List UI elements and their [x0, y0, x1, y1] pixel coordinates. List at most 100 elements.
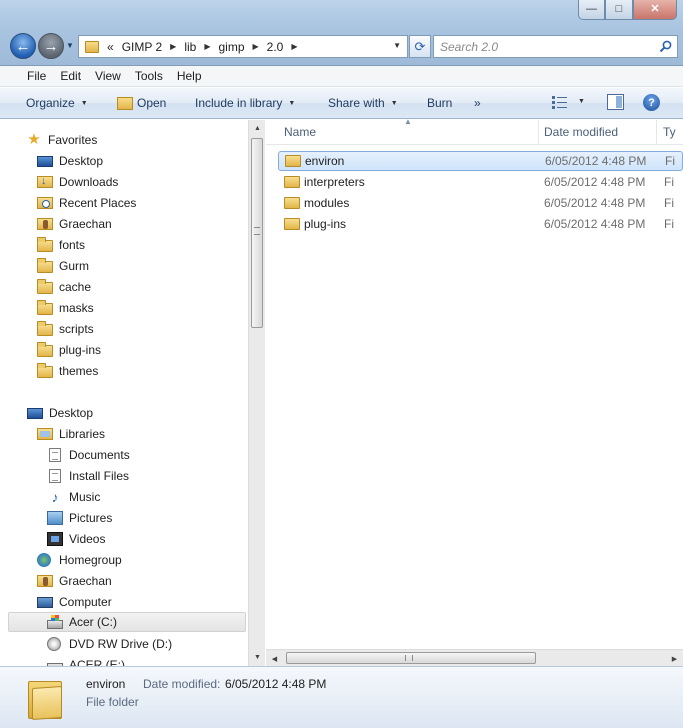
- address-dropdown-icon[interactable]: ▼: [393, 41, 401, 50]
- chevron-right-icon[interactable]: ▶: [253, 42, 259, 51]
- nav-libraries[interactable]: Libraries: [37, 424, 105, 444]
- recent-pages-dropdown-icon[interactable]: ▼: [66, 41, 74, 50]
- scroll-left-icon[interactable]: ◀: [266, 650, 283, 667]
- folder-icon: [284, 197, 300, 209]
- search-box[interactable]: [433, 35, 678, 58]
- views-dropdown-icon[interactable]: ▼: [578, 98, 585, 105]
- file-row[interactable]: environ 6/05/2012 4:48 PM Fi: [278, 151, 683, 171]
- help-button[interactable]: ?: [643, 94, 660, 111]
- nav-computer[interactable]: Computer: [37, 592, 112, 612]
- column-type[interactable]: Ty: [663, 125, 676, 139]
- nav-desktop[interactable]: Desktop: [27, 403, 93, 423]
- nav-lib-pictures[interactable]: Pictures: [47, 508, 112, 528]
- nav-fav-themes[interactable]: themes: [37, 361, 98, 381]
- maximize-button[interactable]: □: [605, 0, 633, 20]
- nav-fav-cache[interactable]: cache: [37, 277, 91, 297]
- search-input[interactable]: [434, 36, 644, 57]
- nav-graechan[interactable]: Graechan: [37, 571, 112, 591]
- minimize-button[interactable]: —: [578, 0, 605, 20]
- nav-drive-d[interactable]: DVD RW Drive (D:): [47, 634, 172, 654]
- breadcrumb-label[interactable]: 2.0: [267, 40, 284, 54]
- documents-icon: [49, 448, 61, 462]
- column-name[interactable]: Name: [284, 125, 316, 139]
- nav-fav-desktop[interactable]: Desktop: [37, 151, 103, 171]
- back-button[interactable]: ←: [10, 33, 36, 59]
- help-icon: ?: [648, 96, 655, 109]
- nav-fav-scripts[interactable]: scripts: [37, 319, 94, 339]
- breadcrumb-overflow[interactable]: «: [107, 40, 114, 54]
- nav-lib-install-files[interactable]: Install Files: [47, 466, 129, 486]
- nav-homegroup[interactable]: Homegroup: [37, 550, 122, 570]
- file-name: environ: [305, 154, 345, 168]
- documents-icon: [49, 469, 61, 483]
- chevron-right-icon[interactable]: ▶: [204, 42, 210, 51]
- file-type: Fi: [664, 217, 674, 231]
- forward-button[interactable]: →: [38, 33, 64, 59]
- chevron-right-icon[interactable]: ▶: [291, 42, 297, 51]
- sort-ascending-icon: ▲: [404, 117, 412, 126]
- minimize-icon: —: [586, 3, 597, 15]
- nav-fav-graechan[interactable]: Graechan: [37, 214, 112, 234]
- file-row[interactable]: interpreters 6/05/2012 4:48 PM Fi: [278, 172, 683, 192]
- menu-edit[interactable]: Edit: [53, 69, 88, 83]
- file-list-hscrollbar[interactable]: ◀ ▶: [266, 649, 683, 666]
- nav-drive-e[interactable]: ACER (E:): [47, 655, 125, 666]
- column-divider[interactable]: [538, 120, 539, 145]
- windows-drive-icon: [47, 614, 63, 629]
- column-date-modified[interactable]: Date modified: [544, 125, 618, 139]
- more-commands-button[interactable]: »: [474, 96, 481, 110]
- breadcrumb-gimp[interactable]: gimp ▶: [218, 40, 258, 54]
- scroll-down-icon[interactable]: ▼: [249, 649, 266, 666]
- nav-fav-plug-ins[interactable]: plug-ins: [37, 340, 101, 360]
- nav-item-label: Pictures: [69, 511, 113, 525]
- share-with-button[interactable]: Share with ▼: [328, 96, 398, 110]
- column-header-row: ▲ Name Date modified Ty: [266, 117, 683, 145]
- menu-file[interactable]: File: [20, 69, 53, 83]
- nav-item-label: Desktop: [59, 154, 104, 168]
- nav-fav-recent-places[interactable]: Recent Places: [37, 193, 136, 213]
- nav-fav-masks[interactable]: masks: [37, 298, 94, 318]
- desktop-icon: [27, 407, 43, 419]
- burn-button[interactable]: Burn: [427, 96, 452, 110]
- nav-item-label: plug-ins: [59, 343, 102, 357]
- open-button[interactable]: Open: [117, 96, 166, 110]
- breadcrumb-label[interactable]: gimp: [218, 40, 244, 54]
- breadcrumb-label[interactable]: lib: [184, 40, 196, 54]
- scroll-up-icon[interactable]: ▲: [249, 120, 266, 137]
- breadcrumb-lib[interactable]: lib ▶: [184, 40, 210, 54]
- scroll-right-icon[interactable]: ▶: [666, 650, 683, 667]
- open-folder-icon: [117, 96, 133, 110]
- column-divider[interactable]: [656, 120, 657, 145]
- folder-icon: [37, 321, 53, 336]
- menu-help[interactable]: Help: [170, 69, 209, 83]
- breadcrumb-gimp2[interactable]: GIMP 2 ▶: [122, 40, 177, 54]
- breadcrumb-2-0[interactable]: 2.0 ▶: [267, 40, 298, 54]
- nav-fav-downloads[interactable]: Downloads: [37, 172, 118, 192]
- nav-lib-music[interactable]: ♪ Music: [47, 487, 101, 507]
- file-row[interactable]: plug-ins 6/05/2012 4:48 PM Fi: [278, 214, 683, 234]
- folder-thumbnail-icon: [28, 675, 62, 721]
- refresh-button[interactable]: ⟳: [409, 35, 431, 58]
- nav-drive-c[interactable]: Acer (C:): [8, 612, 246, 632]
- nav-fav-fonts[interactable]: fonts: [37, 235, 85, 255]
- hscroll-thumb[interactable]: [286, 652, 536, 664]
- menu-view[interactable]: View: [88, 69, 128, 83]
- chevron-right-icon[interactable]: ▶: [170, 42, 176, 51]
- nav-lib-videos[interactable]: Videos: [47, 529, 105, 549]
- nav-lib-documents[interactable]: Documents: [47, 445, 130, 465]
- address-bar[interactable]: « GIMP 2 ▶ lib ▶ gimp ▶ 2.0 ▶ ▼: [78, 35, 408, 58]
- change-view-icon[interactable]: [552, 95, 568, 109]
- preview-pane-button[interactable]: [607, 94, 624, 110]
- search-icon[interactable]: [659, 40, 672, 53]
- close-button[interactable]: ✕: [633, 0, 677, 20]
- nav-favorites[interactable]: ★ Favorites: [26, 130, 97, 150]
- menu-tools[interactable]: Tools: [128, 69, 170, 83]
- nav-fav-gurm[interactable]: Gurm: [37, 256, 89, 276]
- include-in-library-button[interactable]: Include in library ▼: [195, 96, 295, 110]
- breadcrumb-label[interactable]: GIMP 2: [122, 40, 162, 54]
- nav-item-label: fonts: [59, 238, 86, 252]
- nav-pane-scrollbar[interactable]: ▲ ▼: [248, 120, 265, 666]
- file-row[interactable]: modules 6/05/2012 4:48 PM Fi: [278, 193, 683, 213]
- organize-button[interactable]: Organize ▼: [26, 96, 88, 110]
- nav-scroll-thumb[interactable]: [251, 138, 263, 328]
